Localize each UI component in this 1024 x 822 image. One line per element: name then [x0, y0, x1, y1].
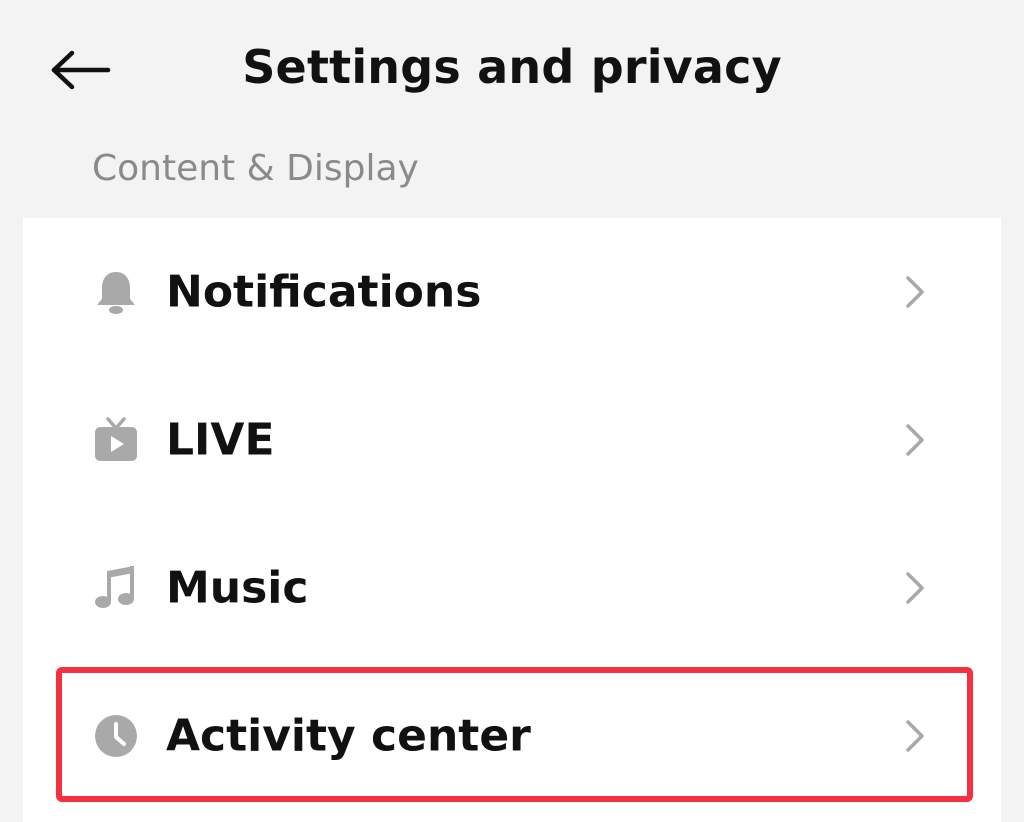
chevron-right-icon [901, 568, 929, 608]
music-note-icon [93, 565, 139, 611]
music-item[interactable]: Music [23, 514, 1001, 662]
chevron-right-icon [901, 272, 929, 312]
notifications-item[interactable]: Notifications [23, 218, 1001, 366]
live-label: LIVE [166, 414, 275, 466]
tv-icon [93, 417, 139, 463]
settings-card: Notifications LIVE Music Activity center [23, 218, 1001, 822]
chevron-right-icon [901, 420, 929, 460]
live-item[interactable]: LIVE [23, 366, 1001, 514]
activity-center-item[interactable]: Activity center [23, 662, 1001, 810]
bell-icon [93, 269, 139, 315]
activity-center-label: Activity center [166, 710, 531, 762]
clock-icon [93, 713, 139, 759]
chevron-right-icon [901, 716, 929, 756]
header: Settings and privacy [0, 0, 1024, 140]
music-label: Music [166, 562, 309, 614]
settings-page: Settings and privacy Content & Display N… [0, 0, 1024, 822]
section-label: Content & Display [92, 148, 419, 189]
notifications-label: Notifications [166, 266, 482, 318]
page-title: Settings and privacy [242, 40, 782, 94]
